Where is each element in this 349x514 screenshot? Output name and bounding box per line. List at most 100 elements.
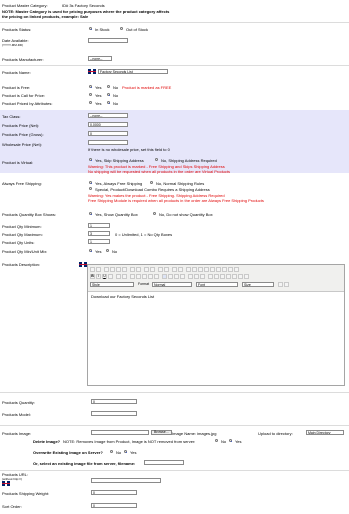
qty-max-input[interactable]: 3 [88, 231, 110, 236]
is-free-yes-radio[interactable] [89, 85, 92, 88]
description-content[interactable]: Download our Factory Seconds List [91, 294, 154, 299]
hidden-field-button[interactable] [234, 267, 239, 272]
italic-button[interactable]: I [96, 274, 101, 279]
align-justify-button[interactable] [180, 274, 185, 279]
date-available-input[interactable] [88, 38, 128, 43]
underline-button[interactable]: U [102, 274, 107, 279]
checkbox-button[interactable] [192, 267, 197, 272]
divider [0, 392, 349, 393]
free-shipping-no-radio[interactable] [150, 181, 153, 184]
print-button[interactable] [130, 267, 135, 272]
overwrite-no-label: No [116, 450, 122, 455]
special-char-button[interactable] [238, 274, 243, 279]
status-out-of-stock-radio[interactable] [120, 27, 123, 30]
qty-min-input[interactable]: 1 [88, 223, 110, 228]
tax-class-select[interactable]: --none-- [88, 113, 128, 118]
virtual-no-radio[interactable] [155, 158, 158, 161]
cut-button[interactable] [104, 267, 109, 272]
align-center-button[interactable] [168, 274, 173, 279]
products-name-input[interactable]: Factory Seconds List [98, 69, 168, 74]
qty-box-yes-radio[interactable] [89, 212, 92, 215]
smiley-button[interactable] [232, 274, 237, 279]
horizontal-rule-button[interactable] [226, 274, 231, 279]
existing-image-input[interactable] [144, 460, 184, 465]
qty-mix-yes-radio[interactable] [89, 249, 92, 252]
font-select[interactable]: Font [196, 282, 238, 287]
model-input[interactable] [91, 411, 137, 416]
preview-button[interactable] [96, 267, 101, 272]
unlink-button[interactable] [194, 274, 199, 279]
quantity-input[interactable]: 0 [91, 399, 137, 404]
align-left-button[interactable] [162, 274, 167, 279]
replace-button[interactable] [164, 267, 169, 272]
format-select[interactable]: Normal [152, 282, 192, 287]
qty-mix-no-radio[interactable] [106, 249, 109, 252]
copy-button[interactable] [110, 267, 115, 272]
free-shipping-special-radio[interactable] [89, 187, 92, 190]
status-in-stock-radio[interactable] [89, 27, 92, 30]
table-button[interactable] [220, 274, 225, 279]
page-break-button[interactable] [244, 274, 249, 279]
overwrite-no-radio[interactable] [110, 450, 113, 453]
source-button[interactable] [90, 267, 95, 272]
paste-button[interactable] [116, 267, 121, 272]
delete-image-yes-radio[interactable] [229, 439, 232, 442]
description-editor[interactable]: B I U Style Format Normal Font Size Down… [87, 264, 345, 386]
text-field-button[interactable] [204, 267, 209, 272]
text-color-button[interactable] [278, 282, 283, 287]
free-shipping-yes-radio[interactable] [89, 181, 92, 184]
strike-button[interactable] [108, 274, 113, 279]
outdent-button[interactable] [142, 274, 147, 279]
image-file-input[interactable] [91, 430, 149, 435]
price-gross-input[interactable]: 0 [88, 131, 128, 136]
bulleted-list-button[interactable] [136, 274, 141, 279]
bold-button[interactable]: B [90, 274, 95, 279]
price-net-input[interactable]: 0.0000 [88, 122, 128, 127]
redo-button[interactable] [150, 267, 155, 272]
style-select[interactable]: Style [90, 282, 134, 287]
background-color-button[interactable] [284, 282, 289, 287]
virtual-yes-radio[interactable] [89, 158, 92, 161]
numbered-list-button[interactable] [130, 274, 135, 279]
subscript-button[interactable] [116, 274, 121, 279]
priced-by-attr-yes-radio[interactable] [89, 101, 92, 104]
form-button[interactable] [186, 267, 191, 272]
button-tool[interactable] [222, 267, 227, 272]
indent-button[interactable] [148, 274, 153, 279]
align-right-button[interactable] [174, 274, 179, 279]
remove-format-button[interactable] [178, 267, 183, 272]
qty-units-input[interactable]: 1 [88, 239, 110, 244]
browse-button[interactable]: Browse... [151, 430, 172, 435]
delete-image-yes-label: Yes [235, 439, 242, 444]
priced-by-attr-no-radio[interactable] [107, 101, 110, 104]
image-button[interactable] [208, 274, 213, 279]
superscript-button[interactable] [122, 274, 127, 279]
is-free-no-radio[interactable] [107, 85, 110, 88]
select-all-button[interactable] [172, 267, 177, 272]
sort-order-input[interactable]: 0 [91, 503, 137, 508]
call-for-price-no-radio[interactable] [107, 93, 110, 96]
find-button[interactable] [158, 267, 163, 272]
qty-box-no-radio[interactable] [153, 212, 156, 215]
image-button-tool[interactable] [228, 267, 233, 272]
overwrite-yes-radio[interactable] [124, 450, 127, 453]
anchor-button[interactable] [200, 274, 205, 279]
textarea-button[interactable] [210, 267, 215, 272]
wholesale-input[interactable] [88, 140, 128, 145]
manufacturer-select[interactable]: --none-- [88, 56, 112, 61]
select-field-button[interactable] [216, 267, 221, 272]
delete-image-no-radio[interactable] [215, 439, 218, 442]
upload-directory-select[interactable]: Main Directory [306, 430, 344, 435]
paste-text-button[interactable] [122, 267, 127, 272]
call-for-price-yes-label: Yes [95, 93, 102, 98]
radio-button-tool[interactable] [198, 267, 203, 272]
blockquote-button[interactable] [154, 274, 159, 279]
products-url-input[interactable] [91, 478, 161, 483]
size-select[interactable]: Size [242, 282, 274, 287]
call-for-price-yes-radio[interactable] [89, 93, 92, 96]
link-button[interactable] [188, 274, 193, 279]
shipping-weight-input[interactable]: 0 [91, 490, 137, 495]
flash-button[interactable] [214, 274, 219, 279]
undo-button[interactable] [144, 267, 149, 272]
spellcheck-button[interactable] [136, 267, 141, 272]
